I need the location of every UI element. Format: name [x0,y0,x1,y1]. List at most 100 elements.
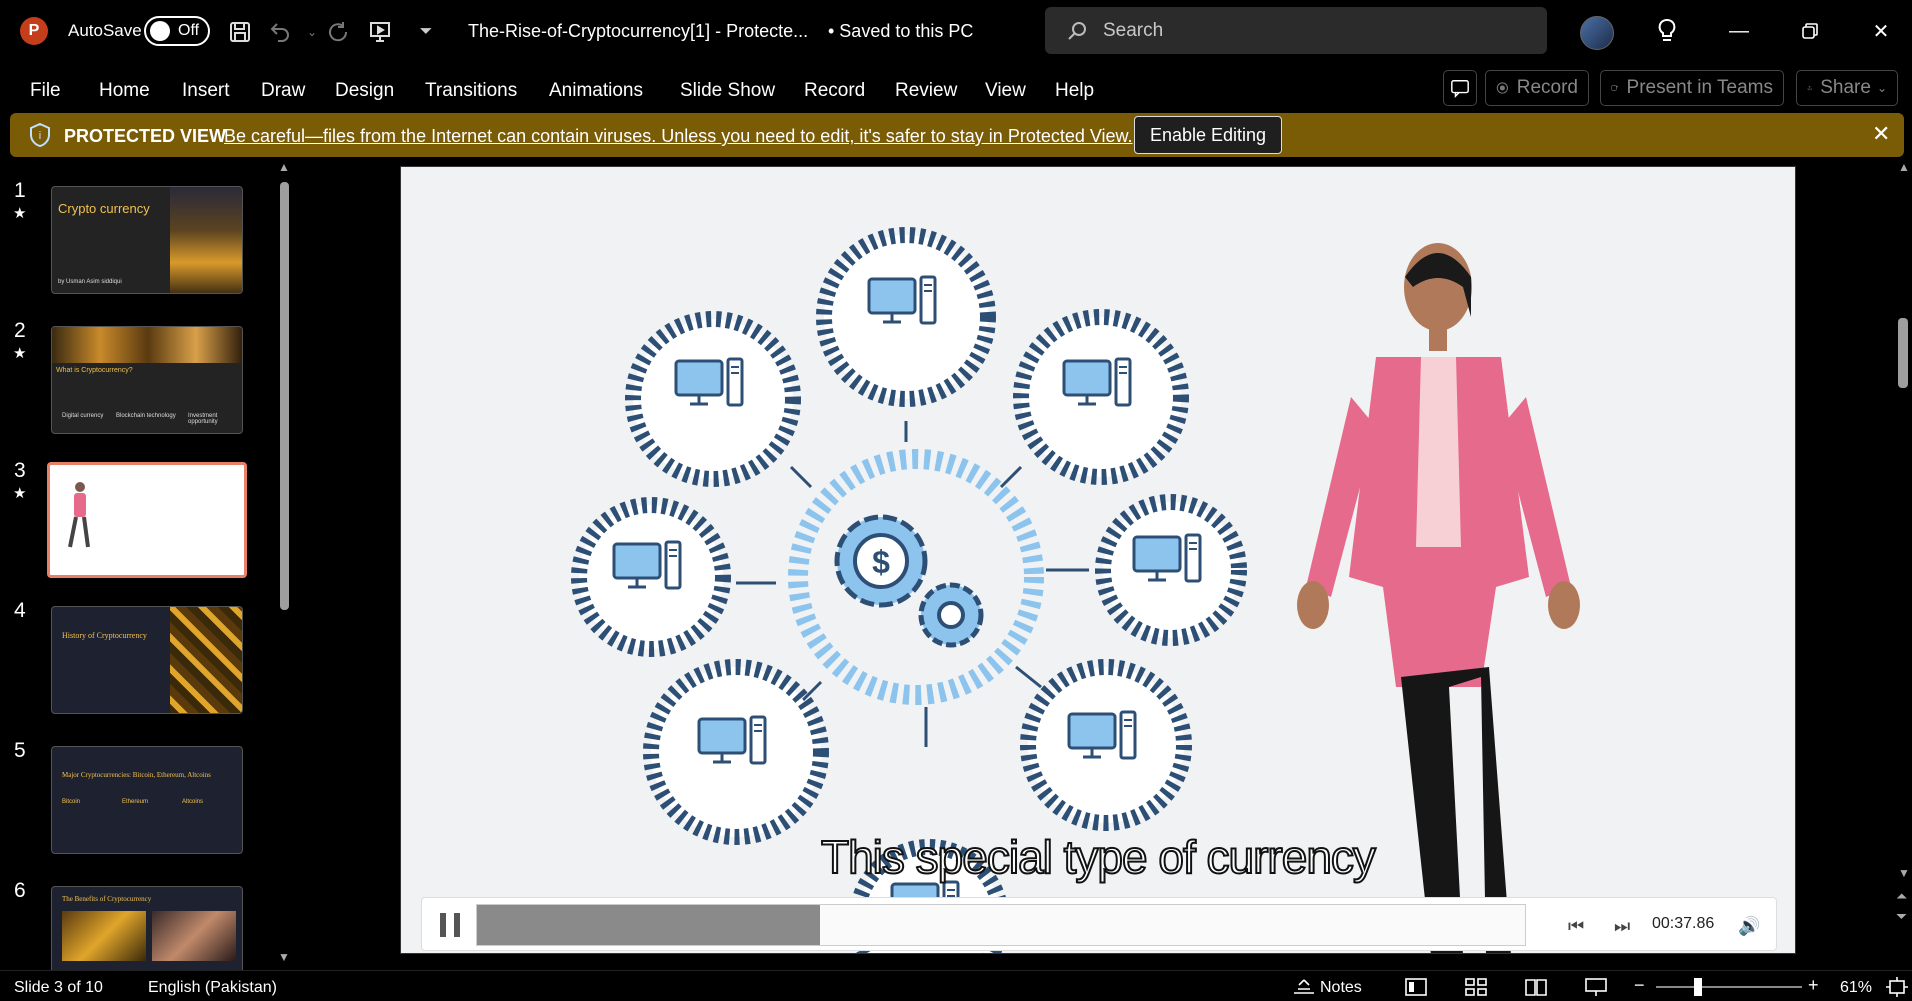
search-box[interactable]: Search [1045,7,1547,54]
slide-scrollbar[interactable]: ▲ ▼ ⏶ ⏷ [1894,160,1912,960]
tab-help[interactable]: Help [1055,80,1094,102]
svg-text:i: i [39,130,41,142]
tab-insert[interactable]: Insert [182,80,230,102]
slide-thumbnail-6[interactable]: The Benefits of Cryptocurrency [51,886,243,970]
tab-design[interactable]: Design [335,80,394,102]
document-title: The-Rise-of-Cryptocurrency[1] - Protecte… [468,21,809,41]
pause-button[interactable] [440,913,460,937]
thumbnail-title: History of Cryptocurrency [62,631,147,640]
normal-view-icon[interactable] [1404,977,1428,997]
present-from-start-icon[interactable] [366,18,394,46]
slide-number: 3 [14,459,26,482]
status-bar: Slide 3 of 10 English (Pakistan) Notes −… [0,970,1912,1001]
autosave-label: AutoSave [68,21,142,40]
slide-thumbnail-3[interactable] [47,462,247,578]
scrollbar-thumb[interactable] [1898,318,1908,388]
scroll-down-icon[interactable]: ▼ [278,950,290,964]
slide-number: 1 [14,179,26,202]
minimize-icon[interactable]: — [1724,16,1754,46]
record-button[interactable]: Record [1485,70,1589,106]
tab-file[interactable]: File [30,80,61,102]
notes-button[interactable]: Notes [1320,979,1362,997]
shield-icon: i [30,122,50,148]
protected-view-title: PROTECTED VIEW [64,126,227,146]
video-timecode: 00:37.86 [1652,915,1715,932]
scroll-up-icon[interactable]: ▲ [278,160,290,174]
lightbulb-icon[interactable] [1652,16,1682,46]
comments-button[interactable] [1443,70,1477,106]
thumbnail-item: Blockchain technology [116,413,176,419]
tab-slide-show[interactable]: Slide Show [680,80,775,102]
undo-dropdown-icon[interactable]: ⌄ [298,18,326,46]
zoom-slider-thumb[interactable] [1694,978,1702,996]
step-forward-icon[interactable]: ⏭ [1614,916,1630,937]
record-label: Record [1516,77,1578,98]
redo-icon[interactable] [324,18,352,46]
scroll-up-icon[interactable]: ▲ [1898,160,1910,174]
presenter-thumbnail-image [68,482,90,548]
present-in-teams-label: Present in Teams [1626,77,1773,98]
volume-icon[interactable]: 🔊 [1738,916,1760,937]
tab-draw[interactable]: Draw [261,80,305,102]
slide-thumbnail-5[interactable]: Major Cryptocurrencies: Bitcoin, Ethereu… [51,746,243,854]
svg-text:$: $ [872,544,890,580]
fit-to-window-icon[interactable] [1886,977,1908,997]
user-avatar[interactable] [1580,16,1614,50]
reading-view-icon[interactable] [1524,977,1548,997]
zoom-slider[interactable] [1656,978,1802,996]
slide-thumbnail-1[interactable]: Crypto currency by Usman Asim siddiqui [51,186,243,294]
bitcoin-banner-image [52,327,242,363]
zoom-level[interactable]: 61% [1840,979,1872,997]
thumbnail-image [152,911,236,961]
previous-slide-icon[interactable]: ⏶ [1896,888,1907,905]
close-protected-view-icon[interactable]: ✕ [1872,121,1890,147]
restore-icon[interactable] [1795,16,1825,46]
autosave-state: Off [178,22,200,39]
share-chevron-icon: ⌄ [1876,81,1887,95]
present-in-teams-button[interactable]: Present in Teams [1600,70,1784,106]
tab-transitions[interactable]: Transitions [425,80,517,102]
scrollbar-thumb[interactable] [280,182,289,610]
undo-icon[interactable] [266,18,294,46]
gold-cubes-image [170,607,242,713]
powerpoint-logo-icon: P [20,17,48,45]
slide-thumbnail-4[interactable]: History of Cryptocurrency [51,606,243,714]
share-button[interactable]: Share ⌄ [1796,70,1898,106]
search-icon [1068,21,1086,40]
toggle-knob [150,21,170,41]
slide-sorter-icon[interactable] [1464,977,1488,997]
save-icon[interactable] [226,18,254,46]
title-bar: P AutoSave Off ⌄ ⏷ The-Rise-of-Cryptocur… [0,0,1912,62]
zoom-in-icon[interactable]: + [1808,975,1819,996]
search-placeholder: Search [1103,19,1164,41]
autosave-toggle[interactable]: Off [144,16,210,46]
tab-record[interactable]: Record [804,80,865,102]
tab-animations[interactable]: Animations [549,80,643,102]
language-indicator[interactable]: English (Pakistan) [148,979,277,997]
step-back-icon[interactable]: ⏮ [1568,916,1584,937]
slide-number: 4 [14,599,26,622]
thumbnail-scrollbar[interactable]: ▲ ▼ [276,160,292,970]
thumbnail-title: Major Cryptocurrencies: Bitcoin, Ethereu… [62,771,211,779]
tab-review[interactable]: Review [895,80,957,102]
enable-editing-button[interactable]: Enable Editing [1134,116,1282,154]
slide-thumbnail-2[interactable]: What is Cryptocurrency? Digital currency… [51,326,243,434]
close-window-icon[interactable]: ✕ [1866,16,1896,46]
scroll-down-icon[interactable]: ▼ [1898,866,1910,880]
animation-star-icon: ★ [13,485,27,502]
zoom-out-icon[interactable]: − [1634,975,1645,996]
slide-thumbnails-pane: 1 ★ Crypto currency by Usman Asim siddiq… [0,160,272,970]
slide-show-icon[interactable] [1584,977,1608,997]
customize-toolbar-icon[interactable]: ⏷ [412,18,440,46]
notes-icon[interactable] [1292,977,1316,997]
city-image [170,187,242,293]
tab-view[interactable]: View [985,80,1026,102]
thumbnail-column: Altcoins [182,799,204,805]
next-slide-icon[interactable]: ⏷ [1896,908,1907,925]
video-progress-bar[interactable] [476,904,1526,946]
tab-home[interactable]: Home [99,80,150,102]
share-icon [1807,85,1812,91]
animation-star-icon: ★ [13,345,27,362]
thumbnail-image [62,911,146,961]
protected-view-message[interactable]: Be careful—files from the Internet can c… [224,126,1133,147]
